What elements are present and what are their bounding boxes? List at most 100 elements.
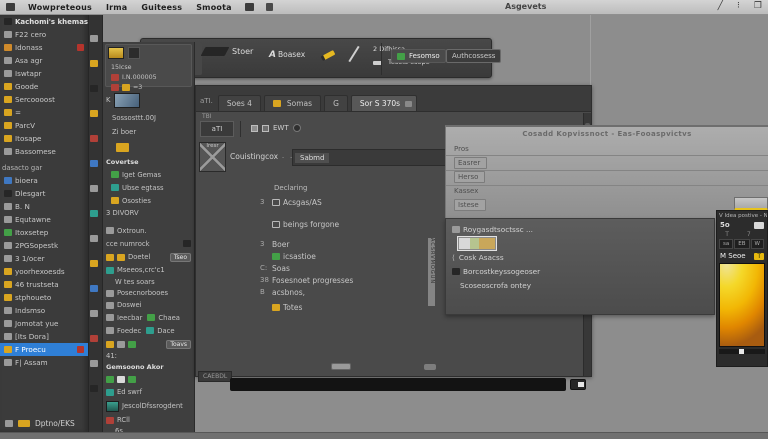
dialog-row[interactable]: Kassex xyxy=(454,184,487,198)
preview-tab[interactable]: sa xyxy=(719,239,733,249)
preview-tab[interactable]: EB xyxy=(734,239,749,249)
tree-item[interactable]: Ubse egtass xyxy=(103,181,194,194)
tree-item[interactable]: Gemsoono Akor xyxy=(103,361,194,373)
pencil-icon[interactable] xyxy=(321,50,336,61)
image-thumbnail[interactable] xyxy=(106,401,119,412)
sidebar-item[interactable]: Iswtapr xyxy=(0,67,88,80)
tree-item[interactable]: Doswei xyxy=(103,299,194,311)
zoom-label[interactable]: 5o xyxy=(720,221,730,229)
window-close-icon[interactable]: ❐ xyxy=(754,1,762,11)
tree-row-button[interactable]: Tseo xyxy=(170,253,191,262)
sidebar-item[interactable]: F Proecu xyxy=(0,343,88,356)
preview-thumbnail[interactable]: Iresr xyxy=(199,142,226,172)
document-tab[interactable]: Somas xyxy=(264,95,321,111)
dialog-row[interactable]: Pros xyxy=(454,142,487,156)
tree-item[interactable]: 3 DIVORV xyxy=(103,207,194,219)
sidebar-item[interactable]: yoorhexoesds xyxy=(0,265,88,278)
sidebar-item[interactable]: Idonass xyxy=(0,41,88,54)
timeline-handle-secondary[interactable] xyxy=(424,364,436,370)
timeline-bar[interactable] xyxy=(230,378,566,391)
asset-row[interactable]: I.N.000005 xyxy=(108,72,189,82)
dialog-row[interactable]: Istese xyxy=(454,198,487,212)
dialog-row[interactable]: Herso xyxy=(454,170,487,184)
frame2-icon[interactable] xyxy=(262,125,269,132)
sidebar-item[interactable]: Goode xyxy=(0,80,88,93)
line-tool-icon[interactable] xyxy=(348,46,359,62)
sidebar-item[interactable]: = xyxy=(0,106,88,119)
sidebar-item[interactable]: 2PGSopestk xyxy=(0,239,88,252)
sidebar-item[interactable]: bioera xyxy=(0,174,88,187)
auth-button[interactable]: Authcossess xyxy=(446,49,501,63)
selected-thumbnail[interactable] xyxy=(458,237,496,250)
action-icon[interactable] xyxy=(183,240,191,247)
sidebar-item[interactable]: 3 1/ocer xyxy=(0,252,88,265)
swatch-button[interactable] xyxy=(734,197,768,211)
tree-item[interactable]: Ososties xyxy=(103,194,194,207)
tree-item[interactable]: W tes soars xyxy=(103,276,194,287)
sidebar-item[interactable]: B. N xyxy=(0,200,88,213)
picker-icon[interactable] xyxy=(754,222,764,229)
tree-item[interactable]: Sossosttt.00J xyxy=(103,111,194,125)
dropdown-row[interactable]: Scoseoscrofa ontey xyxy=(452,278,714,292)
tree-item[interactable]: K xyxy=(103,89,194,111)
asset-row[interactable]: 15Icse xyxy=(108,62,189,72)
tree-item[interactable]: Toavs xyxy=(103,337,194,351)
tree-item[interactable]: JescolDfssrogdent xyxy=(103,398,194,414)
tree-item[interactable]: DoetelTseo xyxy=(103,250,194,264)
sidebar-item[interactable]: Indsmso xyxy=(0,304,88,317)
tree-row-button[interactable]: Toavs xyxy=(166,340,191,349)
boasex-button[interactable]: ABoasex xyxy=(269,50,305,60)
tree-item[interactable]: cce numrock xyxy=(103,237,194,250)
document-tab[interactable]: Sor S 370s xyxy=(351,95,417,111)
dialog-row[interactable]: Easrer xyxy=(454,156,487,170)
sidebar-item[interactable]: dasacto gar xyxy=(0,161,88,174)
menu-view[interactable]: Guiteess xyxy=(134,3,189,12)
preview-scroll-handle[interactable] xyxy=(739,349,744,354)
fesomso-button[interactable]: Fesomso xyxy=(391,49,446,63)
menu-edit[interactable]: Irma xyxy=(99,3,134,12)
sidebar-item[interactable]: stphoueto xyxy=(0,291,88,304)
tree-item[interactable]: RCll xyxy=(103,414,194,426)
tree-item[interactable]: Ed swrf xyxy=(103,386,194,398)
record-icon[interactable] xyxy=(293,124,301,132)
window-restore-icon[interactable]: ⁝ xyxy=(737,1,740,11)
sidebar-item[interactable]: Dlesgart xyxy=(0,187,88,200)
menu-window[interactable]: Smoota xyxy=(189,3,239,12)
timeline-toggle[interactable] xyxy=(570,379,586,390)
window-minimize-icon[interactable]: ╱ xyxy=(718,1,723,11)
tree-item[interactable]: Iget Gemas xyxy=(103,168,194,181)
dropdown-row[interactable] xyxy=(452,236,714,250)
sidebar-item[interactable]: Kachomi's khemas xyxy=(0,15,88,28)
menu-file[interactable]: Wowpreteous xyxy=(21,3,99,12)
sidebar-bottom-item[interactable]: Dptno/EKS xyxy=(0,419,89,428)
sidebar-item[interactable]: F| Assam xyxy=(0,356,88,369)
ati-box[interactable]: aTI xyxy=(200,121,234,137)
name-input[interactable]: Sabmd xyxy=(292,149,450,166)
tree-item[interactable]: 41: xyxy=(103,351,194,361)
document-icon[interactable] xyxy=(266,3,273,11)
sidebar-item[interactable]: Bassomese xyxy=(0,145,88,158)
dropdown-row[interactable]: Roygasdtsoctssc ... xyxy=(452,222,714,236)
sidebar-item[interactable]: Itosape xyxy=(0,132,88,145)
asset-mini-panel[interactable]: 15IcseI.N.000005=3 xyxy=(105,44,192,87)
sidebar-item[interactable]: 46 trustseta xyxy=(0,278,88,291)
image-thumbnail[interactable] xyxy=(114,93,140,108)
tree-item[interactable]: IeecbarChaea xyxy=(103,311,194,324)
tree-item[interactable]: Mseeos,crc'c1 xyxy=(103,264,194,276)
gradient-swatch[interactable] xyxy=(719,263,765,347)
document-tab[interactable]: Soes 4 xyxy=(218,95,261,111)
stoer-button[interactable]: Stoer xyxy=(203,47,253,56)
timeline-handle[interactable] xyxy=(331,363,351,370)
sidebar-item[interactable]: Jomotat yue xyxy=(0,317,88,330)
asset-thumbnail-dark[interactable] xyxy=(128,47,140,59)
tree-item[interactable]: Posecnorbooes xyxy=(103,287,194,299)
grid-icon[interactable] xyxy=(245,3,254,11)
sidebar-item[interactable]: F22 cero xyxy=(0,28,88,41)
sidebar-item[interactable]: [Its Dora] xyxy=(0,330,88,343)
asset-thumbnail[interactable] xyxy=(108,47,124,59)
document-tab[interactable]: G xyxy=(324,95,348,111)
dropdown-row[interactable]: Borcostkeyssogeoser xyxy=(452,264,714,278)
sidebar-item[interactable]: Equtawne xyxy=(0,213,88,226)
sidebar-item[interactable]: ParcV xyxy=(0,119,88,132)
tree-item[interactable] xyxy=(103,373,194,386)
